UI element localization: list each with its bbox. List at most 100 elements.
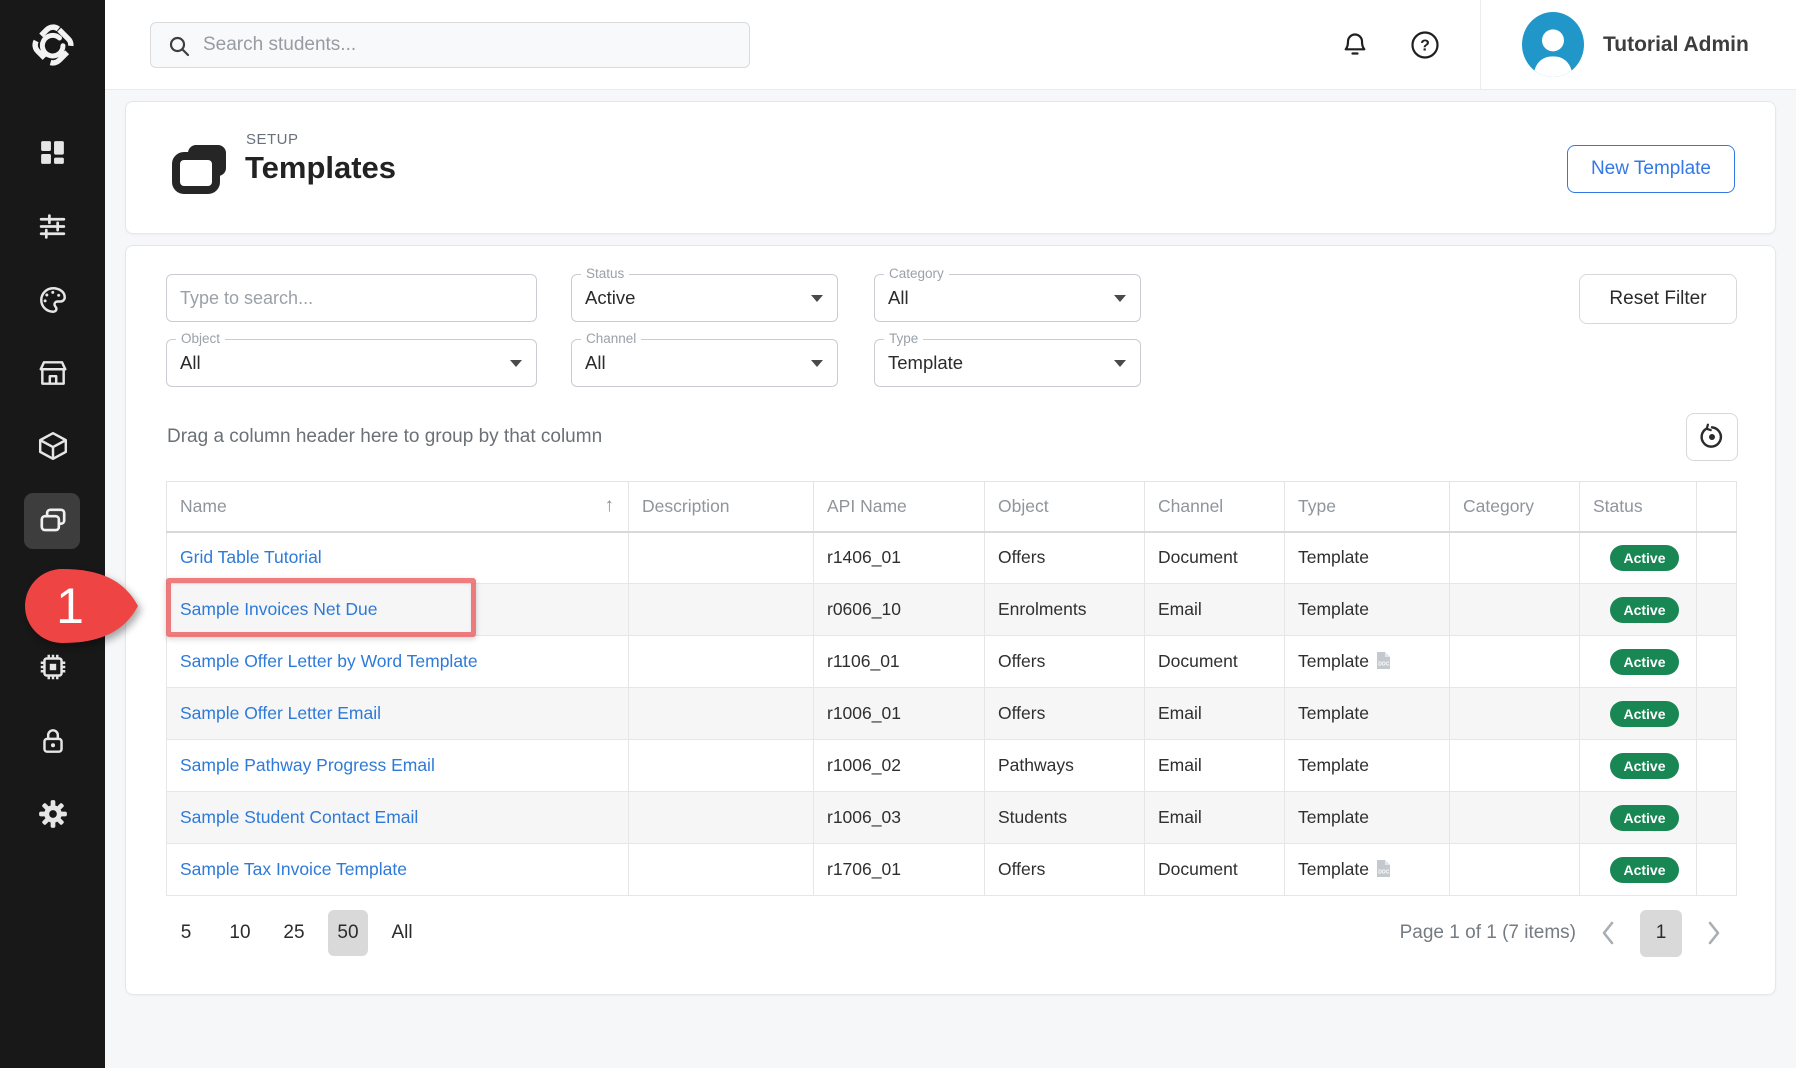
refresh-icon [1698, 423, 1726, 451]
topbar-divider [1480, 0, 1481, 90]
grid-header-row: Name ↑ Description API Name Object Chann… [167, 482, 1737, 532]
sidebar-item-objects[interactable] [0, 418, 105, 474]
doc-file-icon: DOC [1376, 651, 1391, 670]
category-filter[interactable]: Category All [874, 274, 1141, 322]
status-badge: Active [1610, 597, 1678, 623]
template-link[interactable]: Sample Pathway Progress Email [180, 755, 435, 775]
status-badge: Active [1610, 753, 1678, 779]
sliders-icon [37, 211, 68, 242]
templates-grid: Name ↑ Description API Name Object Chann… [166, 481, 1736, 896]
column-header-type[interactable]: Type [1285, 482, 1450, 532]
page-title: Templates [245, 150, 396, 186]
status-badge: Active [1610, 701, 1678, 727]
template-link[interactable]: Sample Student Contact Email [180, 807, 418, 827]
svg-text:?: ? [1420, 38, 1430, 55]
bell-icon [1340, 30, 1370, 60]
svg-text:DOC: DOC [1378, 662, 1390, 668]
object-filter[interactable]: Object All [166, 339, 537, 387]
help-icon: ? [1409, 29, 1441, 61]
status-filter[interactable]: Status Active [571, 274, 838, 322]
page-size-all[interactable]: All [382, 910, 422, 956]
template-link-sample-invoices-net-due[interactable]: Sample Invoices Net Due [180, 599, 377, 619]
chip-icon [37, 651, 69, 683]
template-link[interactable]: Grid Table Tutorial [180, 547, 322, 567]
global-search[interactable] [150, 22, 750, 68]
type-filter[interactable]: Type Template [874, 339, 1141, 387]
page-size-25[interactable]: 25 [274, 910, 314, 956]
sidebar [0, 0, 105, 1068]
annotation-step-number: 1 [56, 578, 84, 634]
dropdown-caret-icon [811, 360, 823, 367]
notifications-button[interactable] [1335, 25, 1375, 65]
column-header-channel[interactable]: Channel [1145, 482, 1285, 532]
app-logo-icon [27, 19, 79, 71]
search-input[interactable] [151, 23, 749, 67]
templates-page-icon [171, 142, 231, 196]
template-link[interactable]: Sample Offer Letter by Word Template [180, 651, 478, 671]
dashboard-icon [37, 137, 68, 168]
status-badge: Active [1610, 649, 1678, 675]
page-size-50-active[interactable]: 50 [328, 910, 368, 956]
type-filter-value: Template [888, 340, 963, 386]
column-header-category[interactable]: Category [1450, 482, 1580, 532]
sidebar-item-store[interactable] [0, 345, 105, 401]
column-header-status[interactable]: Status [1580, 482, 1697, 532]
sidebar-item-templates[interactable] [0, 493, 105, 549]
channel-filter-value: All [585, 340, 606, 386]
reset-filter-button[interactable]: Reset Filter [1579, 274, 1737, 324]
page-eyebrow: SETUP [246, 131, 299, 148]
lock-icon [37, 725, 69, 757]
status-filter-value: Active [585, 275, 635, 321]
channel-filter[interactable]: Channel All [571, 339, 838, 387]
table-row-highlighted: Sample Invoices Net Due r0606_10 Enrolme… [167, 584, 1737, 636]
sidebar-item-dashboard[interactable] [0, 124, 105, 180]
user-name[interactable]: Tutorial Admin [1603, 0, 1749, 90]
dropdown-caret-icon [1114, 295, 1126, 302]
page-size-selector: 5 10 25 50 All [166, 910, 422, 956]
new-template-button[interactable]: New Template [1567, 145, 1735, 193]
gear-icon [37, 798, 69, 830]
sidebar-item-security[interactable] [0, 713, 105, 769]
table-row: Grid Table Tutorial r1406_01 Offers Docu… [167, 532, 1737, 584]
store-icon [37, 357, 69, 389]
dropdown-caret-icon [510, 360, 522, 367]
pager-summary: Page 1 of 1 (7 items) [1400, 922, 1576, 944]
previous-page-button[interactable] [1600, 920, 1616, 946]
template-link[interactable]: Sample Tax Invoice Template [180, 859, 407, 879]
sort-ascending-icon[interactable]: ↑ [605, 495, 615, 517]
page-size-10[interactable]: 10 [220, 910, 260, 956]
avatar[interactable] [1522, 12, 1584, 77]
table-row: Sample Tax Invoice Template r1706_01 Off… [167, 844, 1737, 896]
column-header-description[interactable]: Description [629, 482, 814, 532]
column-header-api-name[interactable]: API Name [814, 482, 985, 532]
page-number-button[interactable]: 1 [1640, 910, 1682, 957]
page-header-card: SETUP Templates New Template [125, 101, 1776, 234]
page-size-5[interactable]: 5 [166, 910, 206, 956]
category-filter-value: All [888, 275, 909, 321]
table-row: Sample Offer Letter Email r1006_01 Offer… [167, 688, 1737, 740]
grid-search-input[interactable] [167, 275, 536, 321]
sidebar-item-settings[interactable] [0, 786, 105, 842]
chevron-left-icon [1600, 920, 1616, 946]
chevron-right-icon [1706, 920, 1722, 946]
templates-icon [37, 505, 69, 537]
template-link[interactable]: Sample Offer Letter Email [180, 703, 381, 723]
group-panel-hint[interactable]: Drag a column header here to group by th… [167, 426, 602, 448]
app-logo[interactable] [0, 0, 105, 90]
next-page-button[interactable] [1706, 920, 1722, 946]
sidebar-item-appearance[interactable] [0, 272, 105, 328]
table-row: Sample Student Contact Email r1006_03 St… [167, 792, 1737, 844]
column-header-object[interactable]: Object [985, 482, 1145, 532]
dropdown-caret-icon [811, 295, 823, 302]
object-filter-value: All [180, 340, 201, 386]
templates-card: Status Active Category All Reset Filter … [125, 245, 1776, 995]
sidebar-item-customize[interactable] [0, 198, 105, 254]
topbar: ? Tutorial Admin [105, 0, 1796, 90]
help-button[interactable]: ? [1405, 25, 1445, 65]
refresh-button[interactable] [1686, 413, 1738, 461]
column-header-filler [1697, 482, 1737, 532]
cube-icon [37, 430, 69, 462]
column-header-name[interactable]: Name ↑ [167, 482, 629, 532]
palette-icon [37, 284, 69, 316]
person-icon [1522, 19, 1584, 77]
